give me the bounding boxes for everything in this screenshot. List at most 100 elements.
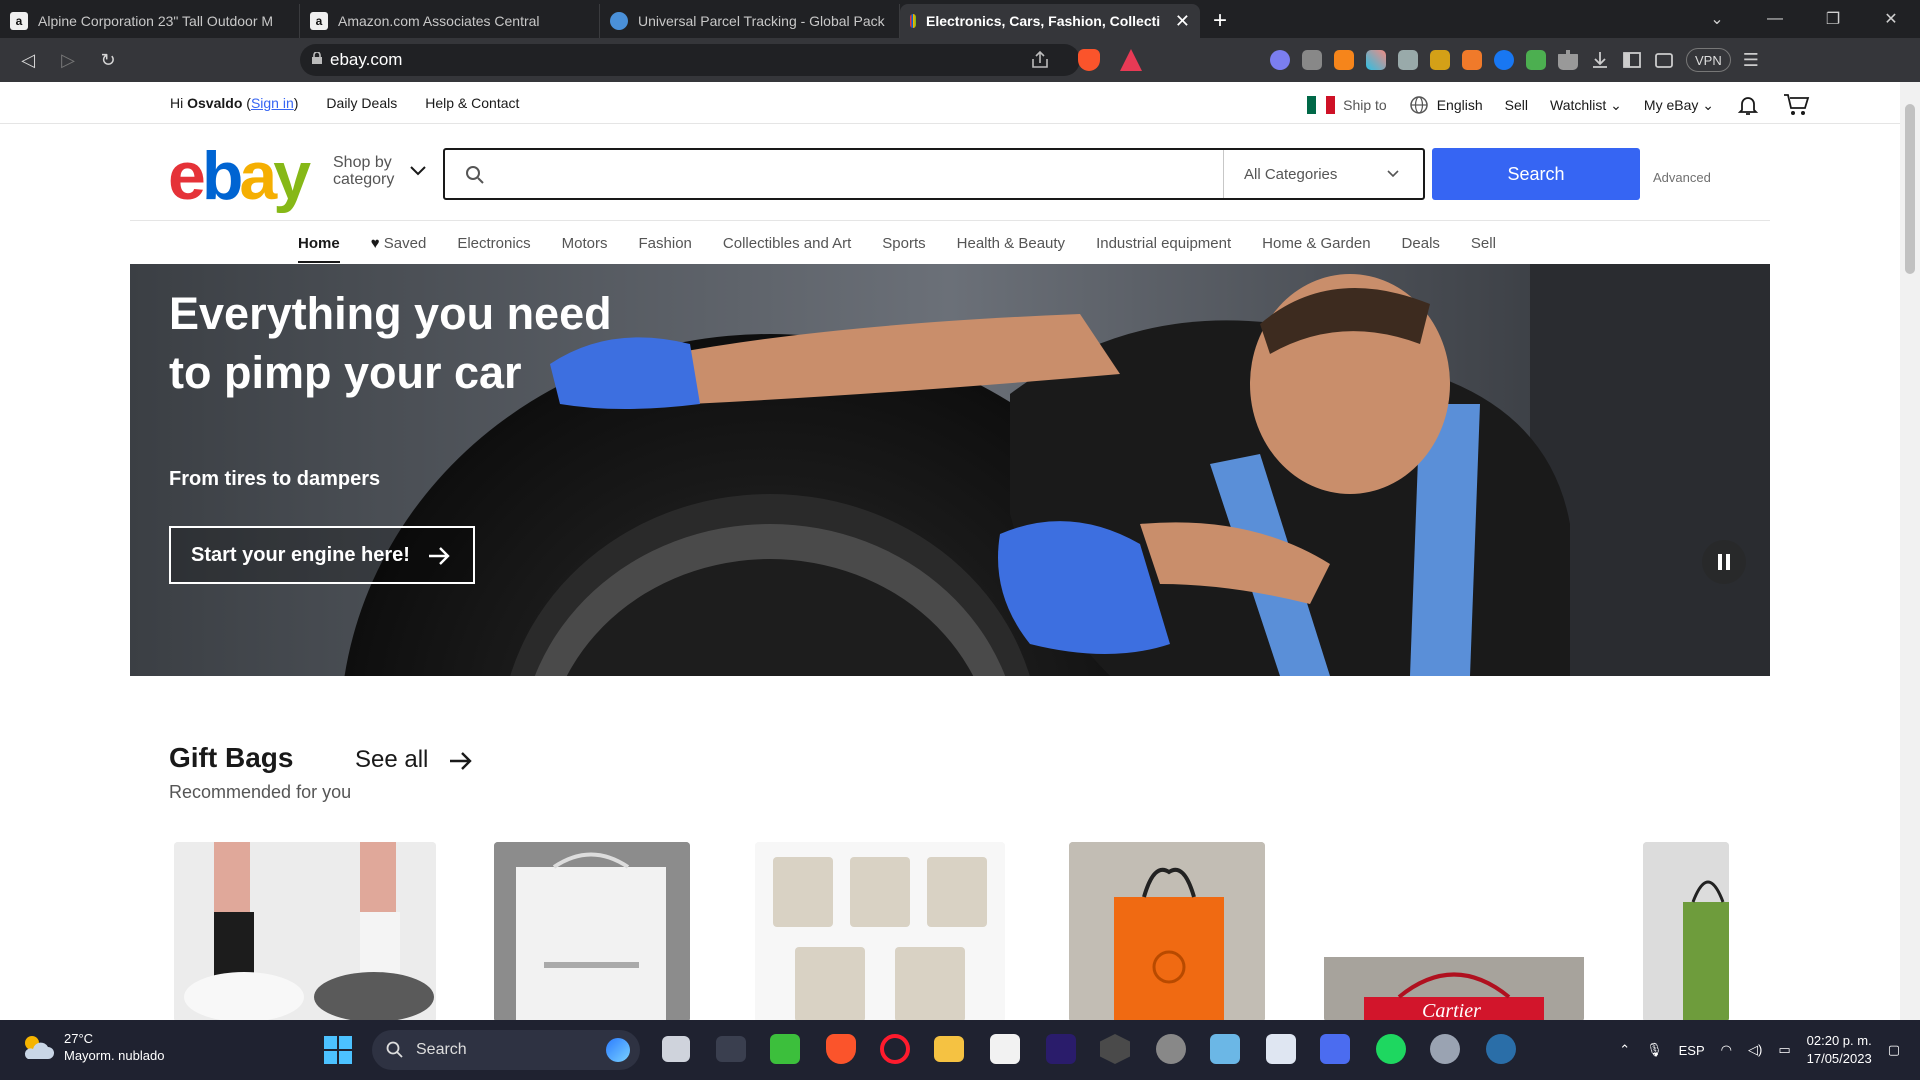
- scrollbar-thumb[interactable]: [1905, 104, 1915, 274]
- close-window-icon[interactable]: ✕: [1862, 9, 1920, 29]
- back-icon[interactable]: ◁: [8, 50, 48, 71]
- daily-deals-link[interactable]: Daily Deals: [326, 95, 397, 111]
- volume-icon[interactable]: ◁): [1748, 1042, 1762, 1058]
- chevron-up-icon[interactable]: ⌃: [1619, 1042, 1630, 1058]
- forward-icon[interactable]: ▷: [48, 50, 88, 71]
- new-tab-button[interactable]: +: [1200, 4, 1240, 38]
- hero-banner[interactable]: Everything you need to pimp your car Fro…: [130, 264, 1770, 676]
- download-icon[interactable]: [1590, 50, 1610, 70]
- extension-icon[interactable]: [1430, 50, 1450, 70]
- browser-tab[interactable]: Universal Parcel Tracking - Global Pack: [600, 4, 900, 38]
- arrow-right-icon[interactable]: [448, 750, 474, 772]
- notification-bell-icon[interactable]: [1736, 93, 1760, 117]
- shop-by-category[interactable]: Shop by category: [333, 154, 394, 188]
- nav-collectibles[interactable]: Collectibles and Art: [723, 235, 851, 252]
- product-card[interactable]: [1069, 842, 1265, 1020]
- reload-icon[interactable]: ↻: [88, 50, 128, 71]
- steam-icon[interactable]: [1486, 1034, 1516, 1064]
- vpn-button[interactable]: VPN: [1686, 48, 1731, 72]
- category-select[interactable]: All Categories: [1223, 150, 1423, 198]
- watchlist-dropdown[interactable]: Watchlist ⌄: [1550, 97, 1622, 114]
- opera-icon[interactable]: [880, 1034, 910, 1064]
- nav-home-garden[interactable]: Home & Garden: [1262, 235, 1370, 252]
- sign-in-link[interactable]: Sign in: [251, 95, 294, 111]
- extension-icon[interactable]: [1302, 50, 1322, 70]
- page-scrollbar[interactable]: [1900, 82, 1920, 1020]
- windows-start-icon[interactable]: [324, 1036, 352, 1064]
- battery-icon[interactable]: ▭: [1778, 1042, 1790, 1058]
- search-button[interactable]: Search: [1432, 148, 1640, 200]
- nav-motors[interactable]: Motors: [562, 235, 608, 252]
- brave-browser-icon[interactable]: [826, 1034, 856, 1064]
- search-input[interactable]: [445, 150, 1223, 198]
- weather-widget[interactable]: 27°C Mayorm. nublado: [20, 1030, 164, 1064]
- product-card[interactable]: [755, 842, 1005, 1020]
- nav-electronics[interactable]: Electronics: [457, 235, 530, 252]
- chevron-down-icon[interactable]: [410, 166, 426, 176]
- language-selector[interactable]: English: [1409, 95, 1483, 115]
- store-icon[interactable]: [1266, 1034, 1296, 1064]
- browser-tab[interactable]: a Alpine Corporation 23" Tall Outdoor M: [0, 4, 300, 38]
- tab-close-icon[interactable]: ✕: [1175, 11, 1190, 32]
- see-all-link[interactable]: See all: [355, 746, 428, 774]
- app-icon[interactable]: [1100, 1034, 1130, 1064]
- microphone-icon[interactable]: 🎙: [1646, 1042, 1663, 1058]
- browser-tab[interactable]: a Amazon.com Associates Central: [300, 4, 600, 38]
- nav-home[interactable]: Home: [298, 235, 340, 263]
- tab-list-chevron-icon[interactable]: ⌄: [1688, 9, 1746, 29]
- camtasia-icon[interactable]: [770, 1034, 800, 1064]
- extension-icon[interactable]: [1494, 50, 1514, 70]
- my-ebay-dropdown[interactable]: My eBay ⌄: [1644, 97, 1714, 114]
- sell-link[interactable]: Sell: [1505, 97, 1528, 113]
- product-card[interactable]: [174, 842, 436, 1020]
- share-icon[interactable]: [1030, 50, 1050, 70]
- restore-icon[interactable]: ❐: [1804, 9, 1862, 29]
- extension-icon[interactable]: [1526, 50, 1546, 70]
- capcut-icon[interactable]: [990, 1034, 1020, 1064]
- minimize-icon[interactable]: —: [1746, 10, 1804, 28]
- nav-deals[interactable]: Deals: [1402, 235, 1440, 252]
- clock[interactable]: 02:20 p. m. 17/05/2023: [1807, 1032, 1872, 1068]
- nav-fashion[interactable]: Fashion: [639, 235, 692, 252]
- nav-industrial[interactable]: Industrial equipment: [1096, 235, 1231, 252]
- app-icon[interactable]: [1320, 1034, 1350, 1064]
- ebay-logo[interactable]: ebay: [168, 142, 311, 210]
- spotify-icon[interactable]: [1376, 1034, 1406, 1064]
- cart-icon[interactable]: [1782, 92, 1810, 118]
- carousel-pause-button[interactable]: [1702, 540, 1746, 584]
- chrome-icon[interactable]: [1156, 1034, 1186, 1064]
- metamask-icon[interactable]: [1334, 50, 1354, 70]
- photos-icon[interactable]: [1210, 1034, 1240, 1064]
- extension-icon[interactable]: [1366, 50, 1386, 70]
- wifi-icon[interactable]: ◠: [1721, 1042, 1732, 1058]
- notifications-icon[interactable]: ▢: [1888, 1042, 1900, 1058]
- product-card[interactable]: [494, 842, 690, 1020]
- nav-sell[interactable]: Sell: [1471, 235, 1496, 252]
- wallet-icon[interactable]: [1654, 50, 1674, 70]
- nav-sports[interactable]: Sports: [882, 235, 925, 252]
- advanced-search-link[interactable]: Advanced: [1653, 170, 1711, 185]
- app-icon[interactable]: [716, 1036, 746, 1062]
- file-explorer-icon[interactable]: [934, 1036, 964, 1062]
- help-contact-link[interactable]: Help & Contact: [425, 95, 519, 111]
- nav-health-beauty[interactable]: Health & Beauty: [957, 235, 1065, 252]
- nav-saved[interactable]: ♥ Saved: [371, 235, 427, 252]
- puzzle-icon[interactable]: [1558, 50, 1578, 70]
- menu-icon[interactable]: ☰: [1743, 50, 1759, 71]
- extension-icon[interactable]: [1462, 50, 1482, 70]
- product-card[interactable]: Cartier: [1324, 842, 1584, 1020]
- task-view-icon[interactable]: [662, 1036, 690, 1062]
- taskbar-search[interactable]: Search: [372, 1030, 640, 1070]
- premiere-pro-icon[interactable]: [1046, 1034, 1076, 1064]
- input-language[interactable]: ESP: [1679, 1043, 1705, 1058]
- brave-shield-icon[interactable]: [1078, 49, 1100, 71]
- hero-cta-button[interactable]: Start your engine here!: [169, 526, 475, 584]
- settings-gear-icon[interactable]: [1430, 1034, 1460, 1064]
- brave-rewards-icon[interactable]: [1120, 49, 1142, 71]
- ship-to[interactable]: Ship to: [1307, 96, 1387, 114]
- address-bar[interactable]: ebay.com: [300, 44, 1080, 76]
- extension-icon[interactable]: [1398, 50, 1418, 70]
- sidebar-icon[interactable]: [1622, 50, 1642, 70]
- product-card[interactable]: [1643, 842, 1729, 1020]
- extension-icon[interactable]: [1270, 50, 1290, 70]
